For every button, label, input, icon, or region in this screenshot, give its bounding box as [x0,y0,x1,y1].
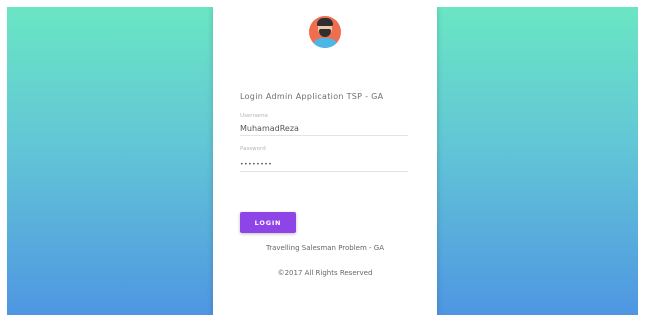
username-input[interactable] [240,122,408,136]
username-label: Username [240,113,269,119]
login-title: Login Admin Application TSP - GA [240,92,384,101]
app-name-text: Travelling Salesman Problem - GA [265,244,384,252]
copyright-text: ©2017 All Rights Reserved [277,269,373,277]
login-card: Login Admin Application TSP - GA Usernam… [213,7,437,315]
login-button[interactable]: LOGIN [240,212,296,233]
background-gradient: Login Admin Application TSP - GA Usernam… [7,7,638,315]
user-avatar-icon [309,16,341,48]
avatar-shirt [312,38,338,48]
avatar-beard [319,29,331,37]
password-label: Password [240,146,266,152]
password-input[interactable] [240,158,408,172]
avatar-hair [317,18,333,26]
